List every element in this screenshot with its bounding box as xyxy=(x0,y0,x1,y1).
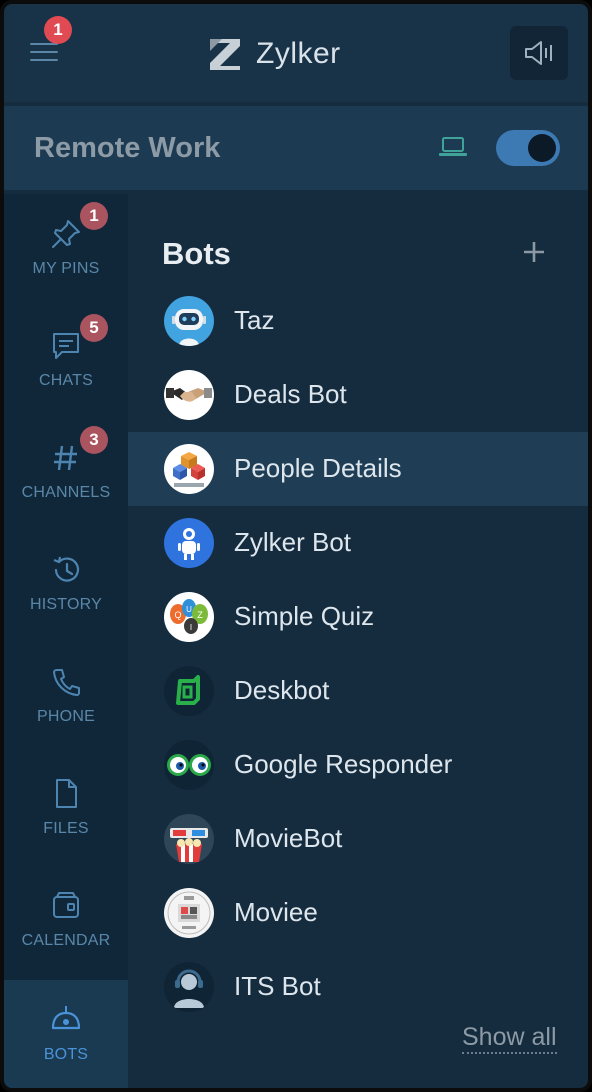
sidebar-item-channels[interactable]: 3 CHANNELS xyxy=(4,418,128,530)
sidebar-item-label: FILES xyxy=(43,820,89,837)
cubes-avatar xyxy=(164,444,214,494)
sidebar-item-label: CHATS xyxy=(38,372,94,389)
app-window: 1 Zylker Remote Work 1 MY PINS 5 CHATS 3… xyxy=(0,0,592,1092)
bot-row-deals-bot[interactable]: Deals Bot xyxy=(128,358,588,432)
sidebar: 1 MY PINS 5 CHATS 3 CHANNELS HISTORY PHO… xyxy=(4,194,128,980)
svg-text:I: I xyxy=(190,623,192,632)
chats-badge: 5 xyxy=(80,314,108,342)
bot-row-zylker-bot[interactable]: Zylker Bot xyxy=(128,506,588,580)
panel-title: Bots xyxy=(162,236,231,271)
bot-row-people-details[interactable]: People Details xyxy=(128,432,588,506)
sidebar-item-label: HISTORY xyxy=(30,596,102,613)
sidebar-item-label: CALENDAR xyxy=(21,932,111,949)
3d-glasses-popcorn-avatar xyxy=(164,814,214,864)
pins-badge: 1 xyxy=(80,202,108,230)
sidebar-item-calendar[interactable]: CALENDAR xyxy=(4,866,128,978)
cinema-ticket-avatar xyxy=(164,888,214,938)
toggle-knob xyxy=(528,134,556,162)
bot-name: Google Responder xyxy=(234,749,453,779)
sidebar-item-phone[interactable]: PHONE xyxy=(4,642,128,754)
sidebar-item-chats[interactable]: 5 CHATS xyxy=(4,306,128,418)
bot-name: People Details xyxy=(234,453,402,483)
channels-badge: 3 xyxy=(80,426,108,454)
sidebar-item-my-pins[interactable]: 1 MY PINS xyxy=(4,194,128,306)
bot-row-moviebot[interactable]: MovieBot xyxy=(128,802,588,876)
laptop-icon xyxy=(439,137,467,156)
bot-icon xyxy=(51,1006,81,1030)
calendar-icon xyxy=(53,892,79,918)
eyes-avatar xyxy=(164,740,214,790)
sidebar-item-label: CHANNELS xyxy=(21,484,111,501)
bot-row-its-bot[interactable]: ITS Bot xyxy=(128,950,588,1024)
bot-row-deskbot[interactable]: Deskbot xyxy=(128,654,588,728)
bot-row-moviee[interactable]: Moviee xyxy=(128,876,588,950)
file-icon xyxy=(56,779,77,808)
bot-name: MovieBot xyxy=(234,823,343,853)
quiz-bubbles-avatar: Q U Z I xyxy=(164,592,214,642)
sidebar-item-history[interactable]: HISTORY xyxy=(4,530,128,642)
headset-agent-avatar xyxy=(164,962,214,1012)
zylker-robot-avatar xyxy=(164,518,214,568)
bot-row-taz[interactable]: Taz xyxy=(128,284,588,358)
show-all-link[interactable]: Show all xyxy=(462,1022,557,1054)
zylker-logo-icon xyxy=(210,39,240,70)
bot-row-simple-quiz[interactable]: Q U Z I Simple Quiz xyxy=(128,580,588,654)
sidebar-item-label: PHONE xyxy=(37,708,95,725)
speaker-icon xyxy=(525,41,552,65)
svg-text:Q: Q xyxy=(174,610,181,620)
bot-name: Deskbot xyxy=(234,675,330,705)
sound-button[interactable] xyxy=(510,26,568,80)
add-icon[interactable] xyxy=(520,238,548,266)
menu-badge: 1 xyxy=(44,16,72,44)
chat-icon xyxy=(53,333,79,359)
bot-name: Moviee xyxy=(234,897,318,927)
bot-name: ITS Bot xyxy=(234,971,321,1001)
sidebar-item-bots[interactable]: BOTS xyxy=(4,980,128,1088)
hash-icon xyxy=(54,445,77,471)
phone-icon xyxy=(53,669,80,696)
history-icon xyxy=(53,556,80,582)
bot-row-google-responder[interactable]: Google Responder xyxy=(128,728,588,802)
svg-text:Z: Z xyxy=(197,610,203,620)
workspace-toggle[interactable] xyxy=(496,130,560,166)
svg-text:U: U xyxy=(186,605,192,614)
bot-name: Simple Quiz xyxy=(234,601,375,631)
sidebar-item-label: MY PINS xyxy=(32,260,100,277)
app-logo: Zylker xyxy=(208,34,341,74)
deskbot-logo-avatar xyxy=(164,666,214,716)
app-header: 1 Zylker xyxy=(4,4,588,102)
bot-name: Zylker Bot xyxy=(234,527,352,557)
sidebar-item-files[interactable]: FILES xyxy=(4,754,128,866)
handshake-avatar xyxy=(164,370,214,420)
bot-name: Taz xyxy=(234,305,275,335)
sidebar-item-label: BOTS xyxy=(43,1046,89,1063)
app-name: Zylker xyxy=(256,37,341,70)
pin-icon xyxy=(52,220,80,248)
bot-name: Deals Bot xyxy=(234,379,347,409)
workspace-title[interactable]: Remote Work xyxy=(34,132,220,165)
robot-avatar xyxy=(164,296,214,346)
